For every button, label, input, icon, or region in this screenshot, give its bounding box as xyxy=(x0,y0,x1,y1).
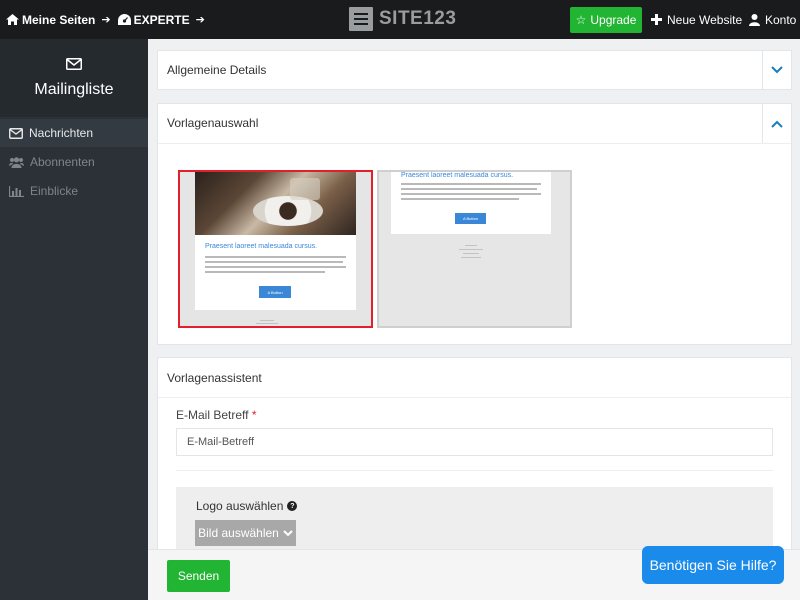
select-image-label: Bild auswählen xyxy=(198,526,279,540)
send-button[interactable]: Senden xyxy=(167,560,230,592)
account-link[interactable]: Konto xyxy=(749,0,796,39)
sidebar-item-label: Nachrichten xyxy=(29,126,94,140)
envelope-icon xyxy=(66,58,82,70)
logo-text: SITE123 xyxy=(379,8,457,29)
divider xyxy=(176,470,773,471)
dashboard-icon xyxy=(117,14,131,25)
upgrade-button[interactable]: ☆ Upgrade xyxy=(570,7,642,33)
template-heading: Praesent laoreet malesuada cursus. xyxy=(401,172,514,179)
template-thumbnail-2[interactable]: Praesent laoreet malesuada cursus. A But… xyxy=(377,170,572,328)
site-logo[interactable]: SITE123 xyxy=(349,7,456,31)
sidebar-item-label: Abonnenten xyxy=(30,155,95,169)
breadcrumb: Meine Seiten ➔ EXPERTE ➔ xyxy=(6,0,212,39)
breadcrumb-expert[interactable]: EXPERTE xyxy=(117,12,190,27)
star-icon: ☆ xyxy=(575,13,587,27)
subject-input[interactable]: E-Mail-Betreff xyxy=(176,428,773,456)
home-icon xyxy=(6,14,19,25)
sidebar-item-insights[interactable]: Einblicke xyxy=(0,177,148,205)
chevron-up-icon xyxy=(771,120,783,128)
template-thumbnail-1[interactable]: Praesent laoreet malesuada cursus. A But… xyxy=(178,170,373,328)
sidebar-title: Mailingliste xyxy=(34,81,114,98)
subject-label: E-Mail Betreff * xyxy=(176,408,257,422)
panel-title: Vorlagenauswahl xyxy=(167,116,259,130)
user-icon xyxy=(749,13,760,26)
sidebar-item-label: Einblicke xyxy=(30,184,79,198)
expand-toggle[interactable] xyxy=(762,51,791,89)
chevron-down-icon xyxy=(771,66,783,74)
new-website-label: Neue Website xyxy=(667,12,743,27)
collapse-toggle[interactable] xyxy=(762,104,791,144)
breadcrumb-expert-label: EXPERTE xyxy=(133,12,190,27)
sidebar-item-subscribers[interactable]: Abonnenten xyxy=(0,148,148,176)
general-details-panel[interactable]: Allgemeine Details xyxy=(157,50,792,90)
help-label: Benötigen Sie Hilfe? xyxy=(649,557,777,573)
top-bar: Meine Seiten ➔ EXPERTE ➔ SITE123 ☆ Upgra… xyxy=(0,0,800,39)
subject-input-value: E-Mail-Betreff xyxy=(187,436,255,448)
panel-title: Vorlagenassistent xyxy=(167,371,262,385)
logo-mark xyxy=(349,7,373,31)
hero-image xyxy=(195,172,356,235)
breadcrumb-my-sites[interactable]: Meine Seiten xyxy=(6,13,95,27)
new-website-link[interactable]: Neue Website xyxy=(651,0,742,39)
envelope-icon xyxy=(9,127,23,139)
users-icon xyxy=(9,156,24,168)
sidebar-item-messages[interactable]: Nachrichten xyxy=(0,119,148,147)
sidebar-header: Mailingliste xyxy=(0,39,148,117)
template-button: A Button xyxy=(259,286,291,298)
question-circle-icon[interactable]: ? xyxy=(287,501,298,511)
panel-title: Allgemeine Details xyxy=(167,63,267,77)
template-preview: Praesent laoreet malesuada cursus. A But… xyxy=(195,172,356,310)
required-mark: * xyxy=(251,408,257,422)
breadcrumb-my-sites-label: Meine Seiten xyxy=(22,12,96,27)
template-heading: Praesent laoreet malesuada cursus. xyxy=(205,243,318,250)
arrow-right-icon: ➔ xyxy=(195,14,205,26)
logo-select-label: Logo auswählen ? xyxy=(196,499,298,513)
plus-icon xyxy=(651,14,662,25)
help-button[interactable]: Benötigen Sie Hilfe? xyxy=(642,546,784,584)
bar-chart-icon xyxy=(9,185,24,197)
chevron-down-icon xyxy=(283,529,293,536)
template-button: A Button xyxy=(455,213,486,224)
arrow-right-icon: ➔ xyxy=(101,14,111,26)
sidebar: Mailingliste Nachrichten Abonnenten Einb… xyxy=(0,39,148,600)
template-preview: Praesent laoreet malesuada cursus. A But… xyxy=(391,172,551,234)
send-label: Senden xyxy=(177,569,220,583)
upgrade-label: Upgrade xyxy=(590,13,637,27)
select-image-button[interactable]: Bild auswählen xyxy=(195,520,296,546)
account-label: Konto xyxy=(765,12,797,27)
